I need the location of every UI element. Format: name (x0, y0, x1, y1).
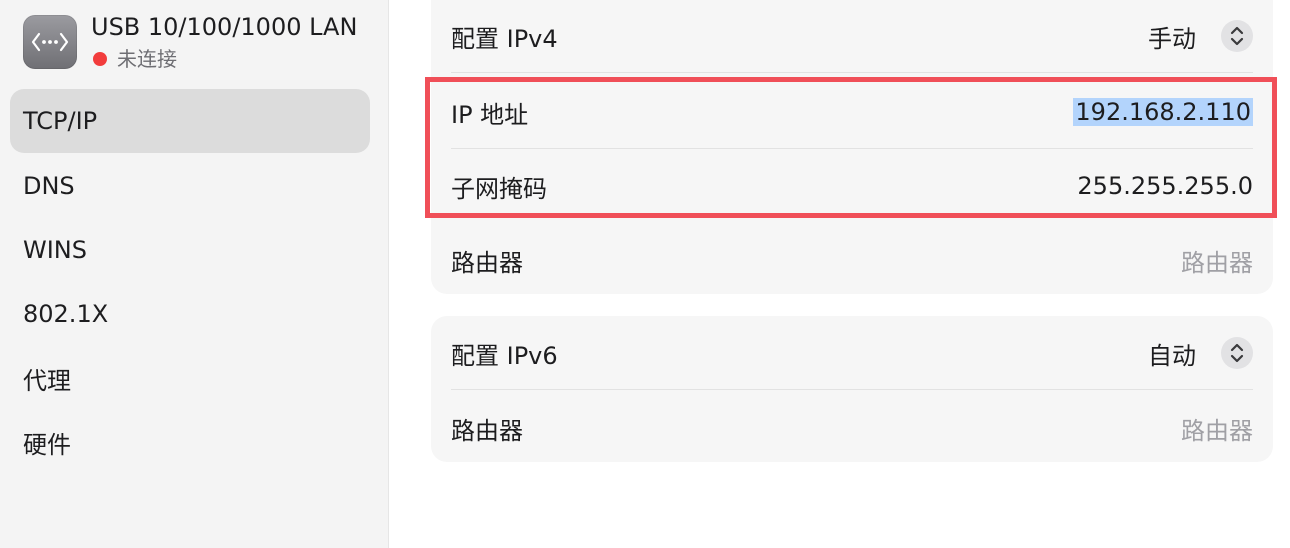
interface-name: USB 10/100/1000 LAN (91, 13, 358, 41)
ipv6-router-row: 路由器 路由器 (451, 392, 1253, 464)
sidebar-item-tcpip[interactable]: TCP/IP (10, 89, 370, 153)
configure-ipv6-value: 自动 (1148, 341, 1196, 370)
divider (451, 389, 1253, 390)
router-label: 路由器 (451, 248, 523, 277)
configure-ipv6-label: 配置 IPv6 (451, 341, 558, 370)
chevron-up-down-icon (1221, 337, 1253, 369)
sidebar-item-label: TCP/IP (23, 107, 98, 135)
chevron-up-down-icon (1221, 20, 1253, 52)
sidebar-item-label: 硬件 (23, 430, 71, 459)
status-dot-icon (93, 52, 107, 66)
configure-ipv6-row: 配置 IPv6 自动 (451, 317, 1253, 389)
ipv6-router-field[interactable]: 路由器 (1181, 411, 1253, 446)
sidebar-item-dns[interactable]: DNS (10, 154, 370, 218)
ethernet-arrows-icon (23, 15, 77, 69)
status-text: 未连接 (117, 47, 177, 71)
router-row: 路由器 路由器 (451, 224, 1253, 296)
ipv6-card: 配置 IPv6 自动 路由器 路由器 (431, 316, 1273, 462)
sidebar-item-label: WINS (23, 236, 87, 264)
router-field[interactable]: 路由器 (1181, 243, 1253, 278)
ipv6-router-label: 路由器 (451, 416, 523, 445)
sidebar-item-label: 代理 (23, 366, 71, 395)
sidebar-item-proxy[interactable]: 代理 (10, 346, 370, 410)
sidebar-item-hardware[interactable]: 硬件 (10, 410, 370, 474)
sidebar-item-wins[interactable]: WINS (10, 218, 370, 282)
sidebar-item-label: 802.1X (23, 300, 109, 328)
configure-ipv6-popup[interactable]: 自动 (1148, 336, 1253, 371)
divider (451, 72, 1253, 73)
sidebar: USB 10/100/1000 LAN 未连接 TCP/IP DNS WINS … (0, 0, 389, 548)
highlight-annotation-box (425, 77, 1277, 218)
interface-status: 未连接 (91, 46, 177, 72)
configure-ipv4-label: 配置 IPv4 (451, 24, 558, 53)
configure-ipv4-popup[interactable]: 手动 (1148, 19, 1253, 54)
sidebar-item-label: DNS (23, 172, 75, 200)
sidebar-item-8021x[interactable]: 802.1X (10, 282, 370, 346)
configure-ipv4-row: 配置 IPv4 手动 (451, 0, 1253, 72)
configure-ipv4-value: 手动 (1148, 24, 1196, 53)
